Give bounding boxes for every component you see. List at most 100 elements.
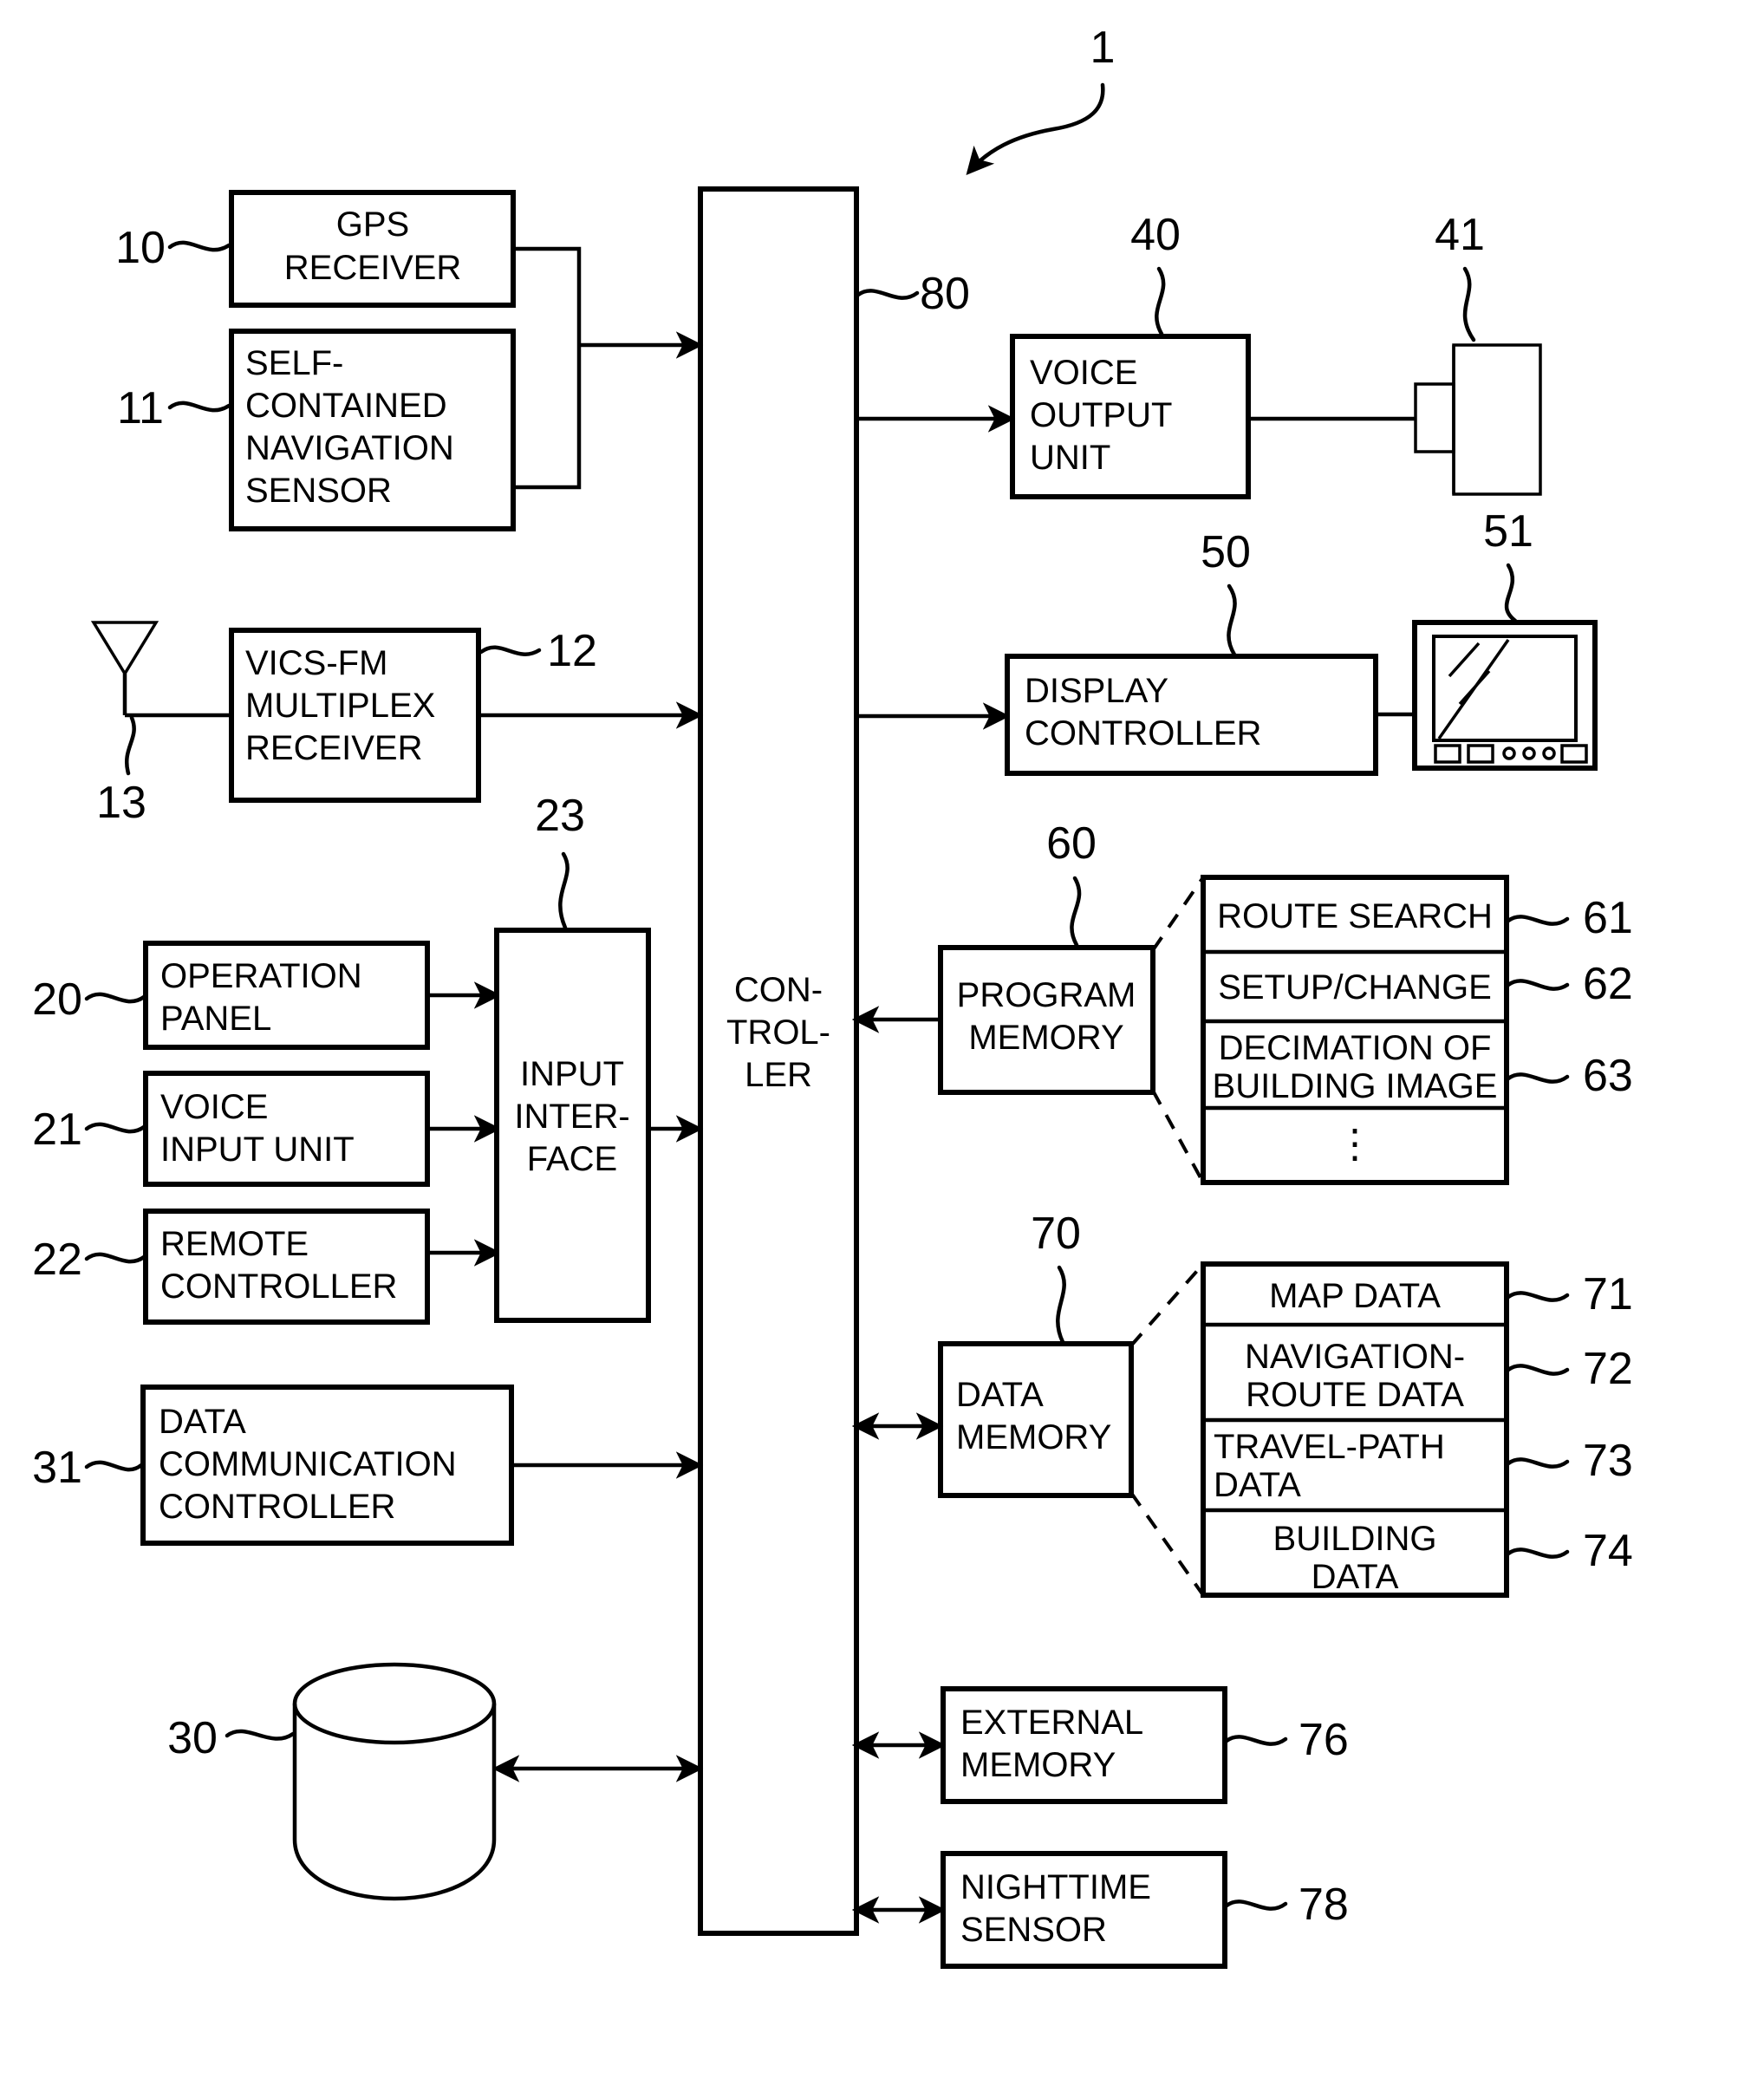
ref-number-78: 78 (1299, 1880, 1349, 1930)
ref-number-40: 40 (1130, 210, 1181, 260)
vics-label-line3: RECEIVER (245, 729, 423, 767)
ref-number-30: 30 (167, 1713, 218, 1763)
route-search-label: ROUTE SEARCH (1217, 897, 1493, 935)
lead-line-11 (167, 401, 231, 413)
ref-number-72: 72 (1583, 1344, 1633, 1394)
ref-number-23: 23 (535, 791, 585, 841)
lead-line-10 (167, 240, 231, 252)
lead-line-78 (1224, 1899, 1288, 1911)
program-memory-more-indicator: ⋮ (1335, 1121, 1375, 1166)
building-data-label-line1: BUILDING (1273, 1520, 1437, 1558)
program-memory-label-line1: PROGRAM (957, 976, 1136, 1014)
lead-line-12 (478, 645, 542, 656)
lead-line-72 (1506, 1364, 1570, 1376)
voice-output-label-line2: OUTPUT (1030, 396, 1172, 434)
lead-line-73 (1506, 1457, 1570, 1469)
lead-line-23 (558, 851, 570, 930)
remote-controller-label-line1: REMOTE (160, 1225, 309, 1263)
voice-input-label-line1: VOICE (160, 1088, 268, 1126)
controller-label-line3: LER (745, 1056, 812, 1094)
controller-label-line1: CON- (734, 971, 823, 1009)
self-contained-label-line3: NAVIGATION (245, 429, 454, 467)
ref-number-71: 71 (1583, 1269, 1633, 1319)
ref-number-62: 62 (1583, 959, 1633, 1009)
travel-path-data-label-line1: TRAVEL-PATH (1214, 1428, 1445, 1466)
lead-line-76 (1224, 1735, 1288, 1746)
data-memory-label-line1: DATA (956, 1376, 1044, 1414)
remote-controller-label-line2: CONTROLLER (160, 1267, 397, 1306)
travel-path-data-label-line2: DATA (1214, 1466, 1301, 1504)
ref-number-31: 31 (32, 1443, 82, 1493)
lead-line-21 (84, 1122, 146, 1134)
decimation-label-line1: DECIMATION OF (1219, 1029, 1492, 1067)
decimation-label-line2: BUILDING IMAGE (1213, 1067, 1498, 1105)
ref-number-50: 50 (1201, 527, 1251, 577)
ref-number-20: 20 (32, 974, 82, 1025)
lead-line-62 (1506, 979, 1570, 991)
ref-number-51: 51 (1483, 506, 1533, 557)
system-pointer-arrow (966, 82, 1105, 175)
voice-input-label-line2: INPUT UNIT (160, 1130, 355, 1169)
external-memory-label-line2: MEMORY (960, 1746, 1116, 1784)
antenna-icon (90, 621, 231, 718)
self-contained-label-line1: SELF- (245, 344, 343, 382)
sensor-bus-wires (513, 246, 704, 490)
gps-receiver-label-line1: GPS (336, 205, 409, 244)
input-interface-label-line3: FACE (527, 1140, 617, 1178)
ref-number-76: 76 (1299, 1715, 1349, 1765)
storage-disk-icon[interactable] (292, 1662, 497, 1901)
program-memory-label-line2: MEMORY (968, 1019, 1123, 1057)
ref-number-12: 12 (547, 626, 597, 676)
building-data-label-line2: DATA (1312, 1558, 1399, 1596)
ref-number-60: 60 (1046, 818, 1097, 869)
nighttime-sensor-label-line1: NIGHTTIME (960, 1868, 1151, 1906)
lead-line-31 (84, 1460, 144, 1472)
nav-route-data-label-line2: ROUTE DATA (1246, 1376, 1464, 1414)
lead-line-41 (1462, 266, 1476, 342)
speaker-icon (1248, 343, 1542, 496)
ref-number-61: 61 (1583, 893, 1633, 943)
ref-number-73: 73 (1583, 1436, 1633, 1486)
data-memory-label-line2: MEMORY (956, 1418, 1111, 1456)
lead-line-51 (1504, 563, 1518, 623)
ref-number-21: 21 (32, 1104, 82, 1155)
nighttime-sensor-label-line2: SENSOR (960, 1911, 1107, 1949)
data-memory-expander (1129, 1262, 1205, 1597)
lead-line-74 (1506, 1547, 1570, 1559)
lead-line-13 (125, 715, 136, 776)
lead-line-71 (1506, 1291, 1570, 1302)
ref-number-11: 11 (117, 383, 164, 433)
ref-number-80: 80 (920, 269, 970, 319)
lead-line-50 (1227, 583, 1237, 657)
vics-label-line2: MULTIPLEX (245, 687, 435, 725)
ref-number-10: 10 (115, 223, 166, 273)
controller-label-line2: TROL- (726, 1013, 830, 1052)
operation-panel-label-line2: PANEL (160, 1000, 271, 1038)
input-interface-label-line1: INPUT (520, 1055, 624, 1093)
lead-line-60 (1070, 876, 1082, 948)
gps-receiver-label-line2: RECEIVER (284, 249, 462, 287)
ref-number-22: 22 (32, 1235, 82, 1285)
ref-number-70: 70 (1031, 1209, 1081, 1259)
operation-panel-label-line1: OPERATION (160, 957, 362, 995)
lead-line-63 (1506, 1072, 1570, 1084)
data-comm-label-line2: COMMUNICATION (159, 1445, 457, 1483)
lead-line-30 (225, 1729, 296, 1741)
lead-line-22 (84, 1252, 146, 1264)
ref-number-63: 63 (1583, 1051, 1633, 1101)
lead-line-61 (1506, 915, 1570, 926)
data-comm-label-line1: DATA (159, 1403, 246, 1441)
vics-label-line1: VICS-FM (245, 644, 387, 682)
block-diagram: 1 10 GPS RECEIVER 11 SELF- CONTAINED NAV… (32, 23, 1633, 1969)
monitor-icon (1376, 620, 1598, 771)
voice-output-label-line3: UNIT (1030, 439, 1110, 477)
self-contained-label-line2: CONTAINED (245, 387, 447, 425)
display-controller-label-line2: CONTROLLER (1025, 714, 1261, 753)
ref-number-1: 1 (1090, 23, 1116, 73)
nav-route-data-label-line1: NAVIGATION- (1245, 1338, 1465, 1376)
setup-change-label: SETUP/CHANGE (1218, 968, 1492, 1007)
lead-line-40 (1155, 266, 1166, 336)
lead-line-20 (84, 992, 146, 1004)
display-controller-label-line1: DISPLAY (1025, 672, 1168, 710)
self-contained-label-line4: SENSOR (245, 472, 392, 510)
